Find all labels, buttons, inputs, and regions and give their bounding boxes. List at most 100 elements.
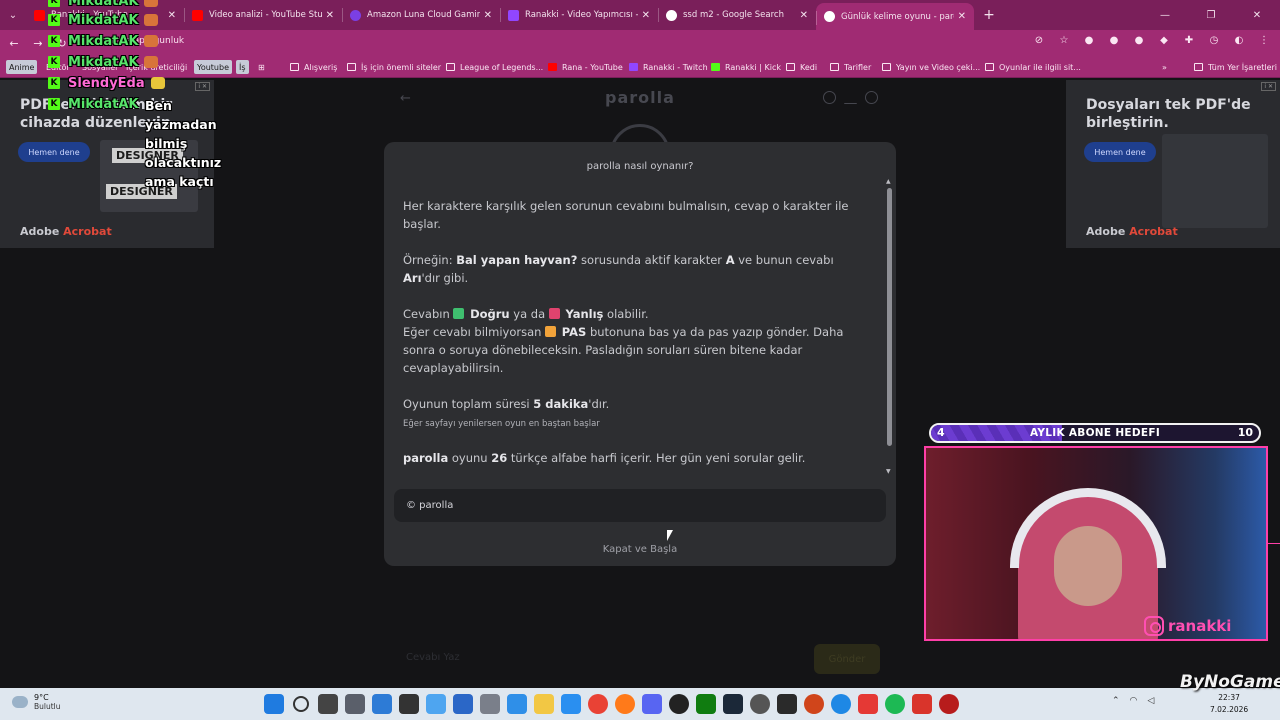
app-icon[interactable]: [912, 694, 932, 714]
pass-icon: [545, 326, 557, 337]
app-icon[interactable]: [939, 694, 959, 714]
ad-cta-button[interactable]: Hemen dene: [1084, 142, 1156, 162]
tab-amazon-luna[interactable]: Amazon Luna Cloud Gaming ✕: [342, 0, 500, 30]
kick-icon: K: [48, 77, 60, 89]
correct-label: Doğru: [470, 307, 510, 321]
scroll-up-icon[interactable]: ▲: [886, 178, 891, 185]
app-icon[interactable]: [453, 694, 473, 714]
app-icon[interactable]: [561, 694, 581, 714]
app-icon[interactable]: [399, 694, 419, 714]
app-icon[interactable]: [858, 694, 878, 714]
submit-button[interactable]: Gönder: [814, 644, 880, 674]
extension-icon[interactable]: ◆: [1158, 35, 1170, 47]
ad-right[interactable]: i ✕ Dosyaları tek PDF'de birleştirin. He…: [1066, 80, 1280, 248]
steam-icon[interactable]: [723, 694, 743, 714]
bookmark-kick[interactable]: Ranakki | Kick: [711, 60, 781, 74]
tab-search-icon[interactable]: ⌄: [0, 0, 26, 30]
bookmark-tarifler[interactable]: Tarifler: [830, 60, 871, 74]
tab-parolla[interactable]: Günlük kelime oyunu - parolla ✕: [816, 3, 974, 30]
apps-grid-icon[interactable]: ⊞: [258, 60, 265, 74]
sub-goal-max: 10: [1237, 426, 1253, 439]
info-icon[interactable]: [823, 91, 836, 104]
extension-icon[interactable]: ●: [1108, 35, 1120, 47]
close-window-icon[interactable]: ✕: [1234, 0, 1280, 30]
bookmark-oyunlar[interactable]: Oyunlar ile ilgili sit...: [985, 60, 1081, 74]
answer-input[interactable]: Cevabı Yaz: [398, 644, 808, 674]
close-icon[interactable]: ✕: [168, 10, 176, 21]
wifi-icon[interactable]: ◠: [1130, 696, 1138, 706]
settings-icon[interactable]: [480, 694, 500, 714]
tab-youtube-studio[interactable]: Video analizi - YouTube Studio ✕: [184, 0, 342, 30]
bookmark-rana-youtube[interactable]: Rana - YouTube: [548, 60, 623, 74]
luna-icon: [350, 9, 361, 21]
close-and-start-button[interactable]: Kapat ve Başla: [384, 544, 896, 555]
bookmark-alisveris[interactable]: Alışveriş: [290, 60, 337, 74]
ad-choices-icon[interactable]: i ✕: [195, 82, 210, 91]
tab-twitch[interactable]: Ranakki - Video Yapımcısı - Twitch ✕: [500, 0, 658, 30]
eye-off-icon[interactable]: ⊘: [1033, 35, 1045, 47]
app-icon[interactable]: [750, 694, 770, 714]
close-icon[interactable]: ✕: [326, 10, 334, 21]
bookmark-lol[interactable]: League of Legends...: [446, 60, 543, 74]
task-view-icon[interactable]: [318, 694, 338, 714]
windows-start-icon[interactable]: [264, 694, 284, 714]
bookmark-is[interactable]: İş: [236, 60, 249, 74]
tab-google-search[interactable]: ssd m2 - Google Search ✕: [658, 0, 816, 30]
modal-scrollbar[interactable]: ▲ ▼: [886, 178, 894, 478]
bookmark-label: Oyunlar ile ilgili sit...: [999, 62, 1081, 72]
search-icon[interactable]: [293, 696, 309, 712]
bookmark-twitch[interactable]: Ranakki - Twitch: [629, 60, 708, 74]
scroll-thumb[interactable]: [887, 188, 892, 446]
chrome-icon[interactable]: [588, 694, 608, 714]
xbox-icon[interactable]: [696, 694, 716, 714]
app-icon[interactable]: [345, 694, 365, 714]
minimize-icon[interactable]: —: [1142, 0, 1188, 30]
close-icon[interactable]: ✕: [642, 10, 650, 21]
puzzle-icon[interactable]: ✚: [1183, 35, 1195, 47]
clock[interactable]: 22:37 7.02.2026: [1210, 692, 1248, 716]
ad-choices-icon[interactable]: i ✕: [1261, 82, 1276, 91]
restore-icon[interactable]: ❐: [1188, 0, 1234, 30]
profile-icon[interactable]: ◐: [1233, 35, 1245, 47]
app-icon[interactable]: [372, 694, 392, 714]
close-icon[interactable]: ✕: [800, 10, 808, 21]
more-bookmarks-icon[interactable]: »: [1162, 60, 1167, 74]
new-tab-button[interactable]: +: [974, 0, 1004, 30]
history-icon[interactable]: ◷: [1208, 35, 1220, 47]
volume-icon[interactable]: ◁: [1147, 696, 1154, 706]
epic-games-icon[interactable]: [777, 694, 797, 714]
bookmark-kedi[interactable]: Kedi: [786, 60, 817, 74]
forward-icon[interactable]: →: [28, 37, 48, 50]
star-icon[interactable]: ☆: [1058, 35, 1070, 47]
app-back-icon[interactable]: ←: [400, 91, 411, 106]
bookmark-all[interactable]: Tüm Yer İşaretleri: [1194, 60, 1277, 74]
bookmark-anime[interactable]: Anime: [6, 60, 38, 74]
temperature: 9°C: [34, 693, 49, 702]
close-icon[interactable]: ✕: [958, 11, 966, 22]
bookmark-yayin[interactable]: Yayın ve Video çeki...: [882, 60, 980, 74]
user-icon[interactable]: [865, 91, 878, 104]
app-icon[interactable]: [804, 694, 824, 714]
bookmark-is-siteler[interactable]: İş için önemli siteler: [347, 60, 441, 74]
spotify-icon[interactable]: [885, 694, 905, 714]
extension-icon[interactable]: ●: [1133, 35, 1145, 47]
back-icon[interactable]: ←: [4, 37, 24, 50]
obs-icon[interactable]: [669, 694, 689, 714]
file-explorer-icon[interactable]: [534, 694, 554, 714]
stats-icon[interactable]: [844, 91, 857, 104]
firefox-icon[interactable]: [615, 694, 635, 714]
extension-icon[interactable]: ●: [1083, 35, 1095, 47]
bookmark-youtube[interactable]: Youtube: [194, 60, 232, 74]
discord-icon[interactable]: [642, 694, 662, 714]
ad-cta-button[interactable]: Hemen dene: [18, 142, 90, 162]
menu-icon[interactable]: ⋮: [1258, 35, 1270, 47]
tray-chevron-icon[interactable]: ⌃: [1112, 696, 1120, 706]
app-icon[interactable]: [426, 694, 446, 714]
scroll-down-icon[interactable]: ▼: [886, 468, 891, 475]
weather-widget[interactable]: 9°C Bulutlu: [12, 693, 61, 711]
app-icon[interactable]: [831, 694, 851, 714]
emote-icon: [144, 14, 159, 26]
app-icon[interactable]: [507, 694, 527, 714]
sub-goal-bar: 4 AYLIK ABONE HEDEFI 10: [929, 423, 1261, 443]
close-icon[interactable]: ✕: [484, 10, 492, 21]
